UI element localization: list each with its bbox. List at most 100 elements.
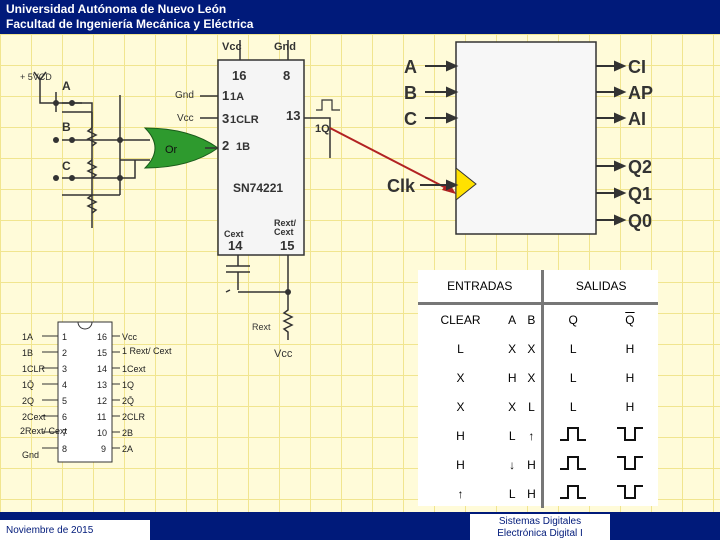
table-cell: H: [625, 341, 635, 356]
pinout-left-num: 7: [62, 428, 67, 438]
pinout-left-name: 1A: [22, 332, 33, 342]
table-cell: H: [521, 479, 545, 508]
table-cell: L: [569, 399, 577, 414]
block-output-q0: Q0: [628, 211, 652, 231]
pinout-right-num: 13: [97, 380, 107, 390]
column-header: CLEAR: [440, 312, 481, 327]
pinout-right-name: 2Q̄: [122, 396, 134, 406]
pinout-left-num: 1: [62, 332, 67, 342]
counter-block: [455, 41, 597, 235]
negative-pulse-icon: [602, 450, 658, 479]
pinout-left-name: 2Rext/ Cext: [20, 426, 68, 436]
block-output-ai: AI: [628, 109, 646, 129]
table-cell: ↓: [509, 457, 516, 472]
block-output-ci: CI: [628, 57, 646, 77]
table-cell: L: [508, 486, 516, 501]
pinout-right-num: 11: [97, 412, 106, 422]
pin-16: 16: [232, 68, 246, 83]
table-row: X H X L H: [418, 363, 658, 392]
table-row: H ↓ H: [418, 450, 658, 479]
table-cell: H: [507, 370, 517, 385]
pin-2-name: 1B: [236, 141, 250, 153]
gnd-input-label: Gnd: [175, 90, 194, 101]
pinout-left-num: 2: [62, 348, 67, 358]
pin-13: 13: [286, 108, 300, 123]
pinout-left-num: 5: [62, 396, 67, 406]
pin-1-name: 1A: [230, 91, 244, 103]
table-row: H L ↑: [418, 421, 658, 450]
pin-2: 2: [222, 138, 229, 153]
column-header: Q: [625, 312, 635, 327]
table-cell: ↑: [457, 486, 464, 501]
pinout-right-name: 1 Rext/ Cext: [122, 346, 172, 356]
pin-3: 3: [222, 111, 229, 126]
pinout-left-name: 2Cext: [22, 412, 46, 422]
vcc-input-label: Vcc: [177, 113, 194, 124]
table-cell: H: [521, 450, 545, 479]
table-cell: X: [508, 399, 517, 414]
table-row: ↑ L H: [418, 479, 658, 508]
pinout-left-name: Gnd: [22, 450, 39, 460]
column-header: A: [508, 312, 517, 327]
pulse-icon: [316, 99, 340, 111]
table-cell: L: [457, 341, 464, 356]
table-cell: H: [456, 457, 465, 472]
column-header: B: [521, 303, 545, 334]
table-cell: L: [569, 341, 577, 356]
pinout-right-num: 10: [97, 428, 107, 438]
pinout-right-name: 1Q: [122, 380, 134, 390]
pinout-right-name: 2B: [122, 428, 133, 438]
table-cell: X: [456, 370, 465, 385]
pinout-left-num: 4: [62, 380, 67, 390]
table-row: L X X L H: [418, 334, 658, 363]
switch-a-label: A: [62, 79, 71, 93]
output-1q-label: 1Q: [315, 123, 330, 135]
pin-1: 1: [222, 88, 229, 103]
pin-rext-cext: Cext: [274, 227, 294, 237]
rext-label: Rext: [252, 322, 271, 332]
pinout-right-name: 2CLR: [122, 412, 146, 422]
pinout-left-num: 3: [62, 364, 67, 374]
table-cell: H: [625, 399, 635, 414]
footer-course-2: Electrónica Digital I: [497, 528, 583, 539]
or-gate-label: Or: [165, 144, 178, 156]
block-output-q1: Q1: [628, 184, 652, 204]
chip-vcc-top: Vcc: [222, 41, 242, 53]
table-cell: H: [625, 370, 635, 385]
pinout-left-name: 1B: [22, 348, 33, 358]
table-cell: X: [521, 363, 545, 392]
chip-part-number: SN74221: [233, 181, 283, 195]
column-header: Q: [568, 312, 578, 327]
pinout-chip: [57, 321, 113, 463]
pin-14: 14: [228, 238, 243, 253]
supply-label: + 5VCD: [20, 72, 52, 82]
table-cell: L: [508, 428, 516, 443]
negative-pulse-icon: [602, 479, 658, 508]
pinout-right-name: Vcc: [122, 332, 138, 342]
pin-3-name: 1CLR: [230, 114, 259, 126]
pinout-left-name: 2Q: [22, 396, 34, 406]
pinout-right-num: 15: [97, 348, 107, 358]
pinout-right-num: 9: [101, 444, 106, 454]
inputs-group-header: ENTRADAS: [418, 270, 545, 305]
switch-c-label: C: [62, 159, 71, 173]
block-input-a: A: [404, 57, 417, 77]
pinout-right-num: 14: [97, 364, 107, 374]
positive-pulse-icon: [543, 479, 602, 508]
positive-pulse-icon: [543, 421, 602, 450]
pinout-left-num: 6: [62, 412, 67, 422]
pin-8: 8: [283, 68, 290, 83]
table-cell: X: [521, 334, 545, 363]
block-input-c: C: [404, 109, 417, 129]
table-cell: H: [456, 428, 465, 443]
block-input-b: B: [404, 83, 417, 103]
truth-table: ENTRADAS SALIDAS CLEAR A B Q Q L X X L H…: [418, 270, 658, 508]
pin-15: 15: [280, 238, 294, 253]
outputs-group-header: SALIDAS: [542, 270, 658, 305]
table-cell: L: [569, 370, 577, 385]
table-cell: X: [456, 399, 465, 414]
table-row: X X L L H: [418, 392, 658, 421]
switch-b-label: B: [62, 120, 71, 134]
block-output-q2: Q2: [628, 157, 652, 177]
pinout-right-name: 1Cext: [122, 364, 146, 374]
